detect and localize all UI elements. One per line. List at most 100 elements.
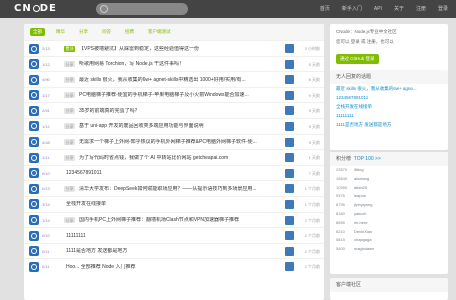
topic-row[interactable]: 1/14 分享 国内手机PC上外网梯子推荐：翻墙机场Clash节点和VPN加速器梯子… [24,211,324,228]
tab-all[interactable]: 全部 [30,28,45,36]
topic-title[interactable]: Hoo... 全部推荐 Node 入门推荐 [66,264,286,270]
nav-getstart[interactable]: 新手入门 [342,0,362,18]
last-reply-avatar[interactable] [285,153,294,163]
avatar[interactable] [29,230,39,241]
topic-row[interactable]: 4/90 分享 最近 skills 很火，我从收集的6w+ agnet-skills… [24,71,324,87]
last-reply-avatar[interactable] [285,106,294,116]
last-reply-avatar[interactable] [285,215,294,225]
tab-ask[interactable]: 问答 [99,28,114,36]
rank-user[interactable]: atian25 [354,185,367,192]
rank-user[interactable]: jiyinyiyong [354,202,372,209]
last-reply-avatar[interactable] [285,137,294,147]
rank-item[interactable]: 10390 atian25 [330,184,448,193]
top100-link[interactable]: TOP 100 >> [354,156,381,162]
avatar[interactable] [29,90,39,101]
avatar[interactable] [29,74,39,85]
search-input[interactable] [96,3,188,15]
topic-row[interactable]: 3/14 全栈开发在线接单 1 个月前 [24,195,324,212]
rank-user[interactable]: chapgaga [354,237,372,244]
topic-title[interactable]: 11111111 [66,233,286,239]
topic-title[interactable]: 最近 skills 很火，我从收集的6w+ agnet-skills中精选出 1… [79,77,287,83]
avatar[interactable] [29,246,39,257]
topic-title[interactable]: 【VPS被墙避坑】从踩雷到稳定，这些经验值得这一份 [79,46,287,52]
topic-title[interactable]: 全栈开发在线接单 [66,201,286,207]
rank-item[interactable]: 15640 alsotang [330,175,448,184]
no-reply-link[interactable]: 1111是否地方 发送都是地方 [330,120,448,129]
topic-title[interactable]: 无需求一个梯子上外网-知乎热议的手机外网梯子推荐&PC电脑外网梯子软件-便... [79,139,287,145]
rank-item[interactable]: 8855 im-here [330,219,448,228]
rank-item[interactable]: 8160 yakczh [330,210,448,219]
github-login-button[interactable]: 通过 GitHub 登录 [336,54,379,64]
rank-item[interactable]: 9375 leapon [330,192,448,201]
topic-row[interactable]: 1/11 分享 为了写代码时省点钱，我做了个 AI 中转站比价网站 getcheap… [24,149,324,165]
rank-user[interactable]: magicdawn [354,246,374,253]
no-reply-link[interactable]: 最近 skills 很火，我从收集的6w+ agne... [330,84,448,93]
avatar[interactable] [29,43,39,54]
last-reply-avatar[interactable] [285,44,294,53]
nav-home[interactable]: 首页 [320,0,330,18]
avatar[interactable] [29,199,39,210]
last-reply-avatar[interactable] [285,59,294,69]
tab-job[interactable]: 招聘 [122,28,137,36]
nav-signup[interactable]: 注册 [416,0,426,18]
topic-row[interactable]: 0/10 1234567891011 7 天前 [24,164,324,181]
rank-user[interactable]: DevinXian [354,229,372,236]
last-reply-avatar[interactable] [285,262,294,272]
last-reply-avatar[interactable] [285,246,294,256]
rank-item[interactable]: 5815 chapgaga [330,236,448,245]
tab-good[interactable]: 精华 [53,28,68,36]
topic-row[interactable]: 1/12 分享 基于 uni-app 开发的废品回收类多端应用功能与界面说明 9 天前 [24,117,324,134]
topic-title[interactable]: 1234567891011 [66,170,286,176]
avatar[interactable] [29,183,39,194]
topic-row[interactable]: 0/11 Hoo... 全部推荐 Node 入门推荐 2 个月前 [24,258,324,274]
topic-row[interactable]: 0/13 分享 清华大学发布：DeepSeek如何赋能职场应用？——从提示语技巧到多… [24,180,324,196]
topic-row[interactable]: 4/48 分享 无需求一个梯子上外网-知乎热议的手机外网梯子推荐&PC电脑外网梯子软… [24,133,324,150]
avatar[interactable] [29,261,39,272]
last-reply-avatar[interactable] [285,75,294,85]
rank-item[interactable]: 8795 jiyinyiyong [330,201,448,210]
rank-user[interactable]: alsotang [354,176,369,183]
avatar[interactable] [29,168,39,179]
avatar[interactable] [29,59,39,70]
topic-row[interactable]: 2/51 分享 35岁的前端真的完蛋了吗？ 9 天前 [24,102,324,118]
rank-user[interactable]: yakczh [354,211,366,218]
topic-title[interactable]: 清华大学发布：DeepSeek如何赋能职场应用？——从提示语技巧到多场景应用..… [79,186,287,192]
no-reply-link[interactable]: 11111111 [330,111,448,120]
tab-dev[interactable]: 客户端测试 [145,28,174,36]
last-reply-avatar[interactable] [285,121,294,131]
topic-row[interactable]: 0/10 11111111 2 个月前 [24,227,324,243]
topic-row[interactable]: 1/17 分享 PC电脑梯子推荐-便宜的手机梯子-苹果电脑梯子及小火箭Windows… [24,86,324,103]
last-reply-avatar[interactable] [285,184,294,194]
rank-item[interactable]: 5400 magicdawn [330,245,448,254]
nav-signin[interactable]: 登录 [438,0,448,18]
rank-item[interactable]: 23570 i5ting [330,166,448,175]
topic-row[interactable]: 2/13 置顶 【VPS被墙避坑】从踩雷到稳定，这些经验值得这一份 3 小时前 [24,40,324,56]
topic-row[interactable]: 0/11 1111是否地方 发送都是地方 2 个月前 [24,242,324,259]
tab-share[interactable]: 分享 [76,28,91,36]
avatar[interactable] [29,152,39,163]
last-reply-avatar[interactable] [285,168,294,178]
cnode-logo[interactable]: CN DE [14,3,70,15]
topic-title[interactable]: 为了写代码时省点钱，我做了个 AI 中转站比价网站 getcheapai.com [79,155,287,161]
last-reply-avatar[interactable] [285,90,294,100]
rank-user[interactable]: im-here [354,220,368,227]
no-reply-link[interactable]: 全栈开发在线接单 [330,102,448,111]
avatar[interactable] [29,105,39,116]
last-reply-avatar[interactable] [285,199,294,209]
rank-item[interactable]: 6210 DevinXian [330,228,448,237]
topic-title[interactable]: 1111是否地方 发送都是地方 [66,248,286,254]
avatar[interactable] [29,137,39,148]
rank-user[interactable]: i5ting [354,167,364,174]
nav-about[interactable]: 关于 [394,0,404,18]
topic-title[interactable]: 听歌用网易 Torchion，写 Node.js 干这件事吗！ [79,61,287,67]
topic-row[interactable]: 1/12 分享 听歌用网易 Torchion，写 Node.js 干这件事吗！ 5 天… [24,55,324,72]
topic-title[interactable]: 国内手机PC上外网梯子推荐：翻墙机场Clash节点和VPN加速器梯子推荐 [79,217,287,223]
rank-user[interactable]: leapon [354,193,366,200]
last-reply-avatar[interactable] [285,231,294,241]
nav-api[interactable]: API [374,0,382,18]
avatar[interactable] [29,215,39,226]
topic-title[interactable]: 35岁的前端真的完蛋了吗？ [79,108,287,114]
no-reply-link[interactable]: 1234567891011 [330,93,448,102]
topic-title[interactable]: 基于 uni-app 开发的废品回收类多端应用功能与界面说明 [79,123,287,129]
topic-title[interactable]: PC电脑梯子推荐-便宜的手机梯子-苹果电脑梯子及小火箭Windows能否加速..… [79,92,287,98]
